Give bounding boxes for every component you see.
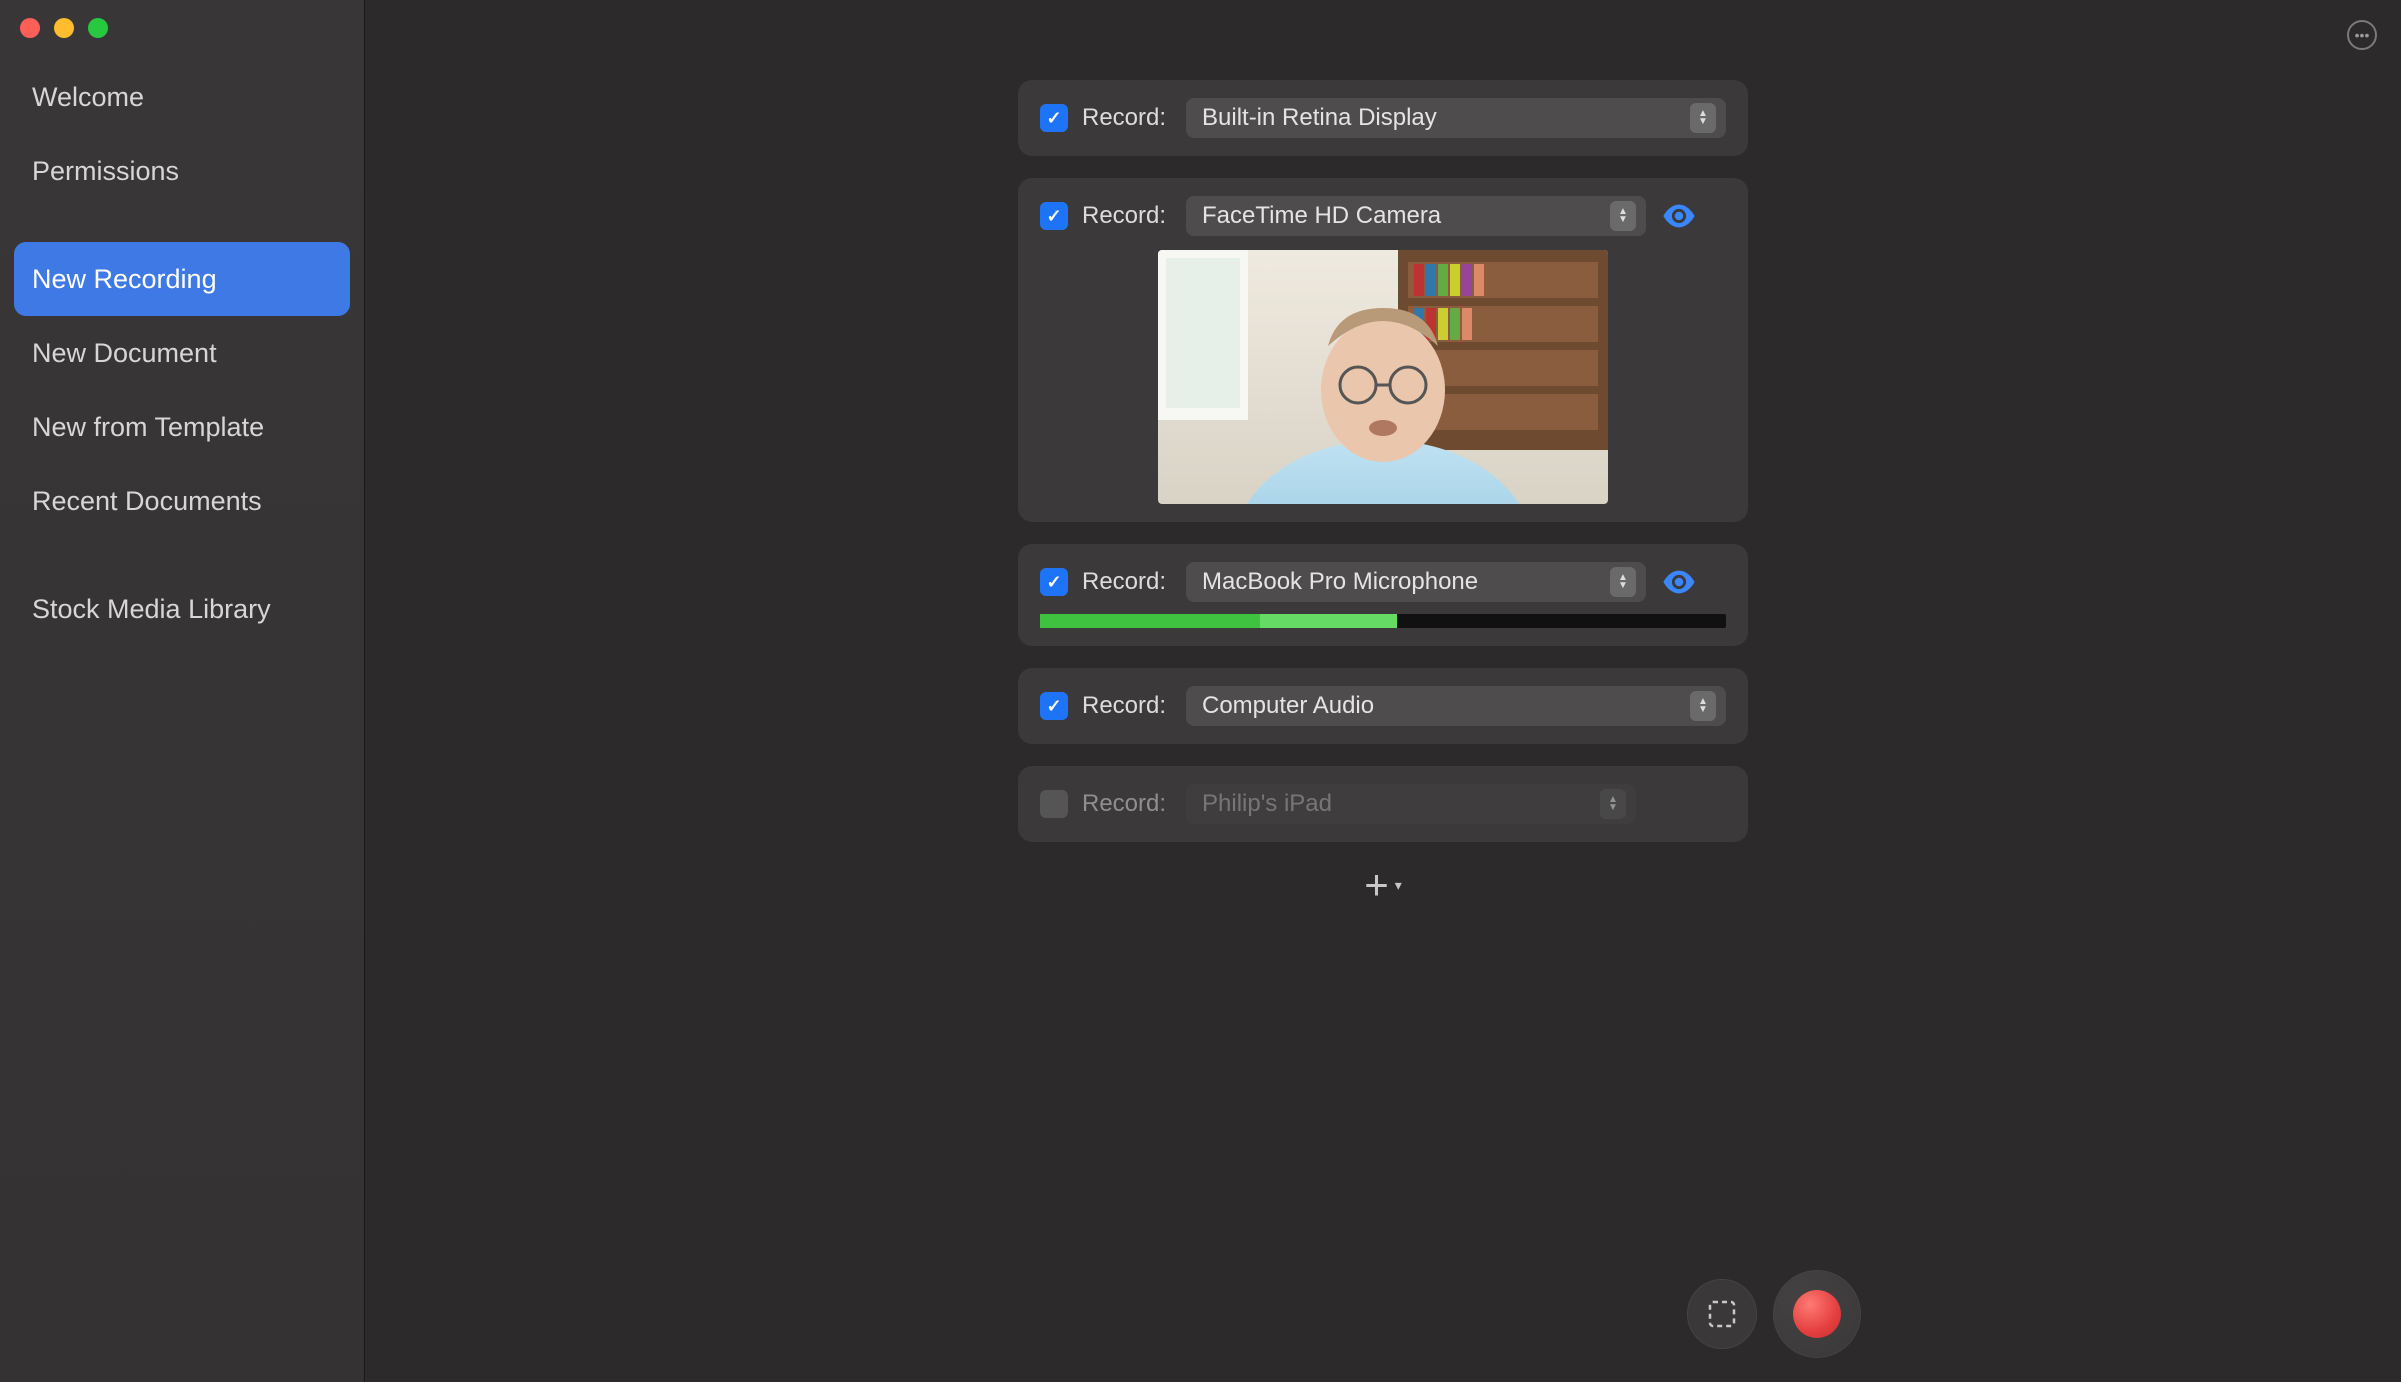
camera-preview-image [1158, 250, 1608, 504]
eye-icon [1662, 570, 1696, 594]
record-icon [1793, 1290, 1841, 1338]
sidebar-item-new-from-template[interactable]: New from Template [14, 390, 350, 464]
zoom-window-button[interactable] [88, 18, 108, 38]
record-checkbox-ipad[interactable] [1040, 790, 1068, 818]
minimize-window-button[interactable] [54, 18, 74, 38]
sidebar-item-label: Recent Documents [32, 486, 262, 517]
source-select-screen[interactable]: Built-in Retina Display ▲▼ [1186, 98, 1726, 138]
add-source-button[interactable]: + ▾ [1018, 864, 1748, 906]
more-options-button[interactable]: ••• [2347, 20, 2377, 50]
sidebar-item-new-recording[interactable]: New Recording [14, 242, 350, 316]
selection-crop-icon [1704, 1296, 1740, 1332]
sidebar-item-permissions[interactable]: Permissions [14, 134, 350, 208]
record-label: Record: [1082, 790, 1172, 818]
preview-toggle-camera[interactable] [1660, 197, 1698, 235]
record-label: Record: [1082, 202, 1172, 230]
updown-icon: ▲▼ [1690, 691, 1716, 721]
sidebar-item-recent-documents[interactable]: Recent Documents [14, 464, 350, 538]
updown-icon: ▲▼ [1610, 567, 1636, 597]
ellipsis-icon: ••• [2355, 27, 2370, 43]
chevron-down-icon: ▾ [1395, 877, 1402, 894]
source-select-value: Computer Audio [1202, 692, 1374, 720]
sidebar-item-label: New Document [32, 338, 217, 369]
sidebar-item-new-document[interactable]: New Document [14, 316, 350, 390]
source-select-value: Philip's iPad [1202, 790, 1332, 818]
record-label: Record: [1082, 568, 1172, 596]
record-checkbox-computer-audio[interactable]: ✓ [1040, 692, 1068, 720]
main-panel: ••• ✓ Record: Built-in Retina Display ▲▼… [365, 0, 2401, 1382]
window-controls [14, 8, 350, 60]
mic-level-meter [1040, 614, 1726, 628]
sidebar-item-label: Stock Media Library [32, 594, 271, 625]
source-select-ipad[interactable]: Philip's iPad ▲▼ [1186, 784, 1636, 824]
plus-icon: + [1364, 864, 1389, 906]
source-select-value: MacBook Pro Microphone [1202, 568, 1478, 596]
preview-toggle-microphone[interactable] [1660, 563, 1698, 601]
source-select-value: FaceTime HD Camera [1202, 202, 1441, 230]
record-checkbox-camera[interactable]: ✓ [1040, 202, 1068, 230]
start-recording-button[interactable] [1773, 1270, 1861, 1358]
source-card-microphone: ✓ Record: MacBook Pro Microphone ▲▼ [1018, 544, 1748, 646]
updown-icon: ▲▼ [1600, 789, 1626, 819]
sidebar: Welcome Permissions New Recording New Do… [0, 0, 365, 1382]
record-label: Record: [1082, 692, 1172, 720]
record-checkbox-microphone[interactable]: ✓ [1040, 568, 1068, 596]
source-card-camera: ✓ Record: FaceTime HD Camera ▲▼ [1018, 178, 1748, 522]
crop-area-button[interactable] [1687, 1279, 1757, 1349]
source-select-camera[interactable]: FaceTime HD Camera ▲▼ [1186, 196, 1646, 236]
record-checkbox-screen[interactable]: ✓ [1040, 104, 1068, 132]
record-label: Record: [1082, 104, 1172, 132]
source-select-computer-audio[interactable]: Computer Audio ▲▼ [1186, 686, 1726, 726]
source-card-ipad: Record: Philip's iPad ▲▼ [1018, 766, 1748, 842]
recording-controls [1687, 1270, 1861, 1358]
source-select-microphone[interactable]: MacBook Pro Microphone ▲▼ [1186, 562, 1646, 602]
sidebar-item-welcome[interactable]: Welcome [14, 60, 350, 134]
source-select-value: Built-in Retina Display [1202, 104, 1437, 132]
sidebar-item-label: New from Template [32, 412, 264, 443]
source-card-computer-audio: ✓ Record: Computer Audio ▲▼ [1018, 668, 1748, 744]
source-card-screen: ✓ Record: Built-in Retina Display ▲▼ [1018, 80, 1748, 156]
close-window-button[interactable] [20, 18, 40, 38]
sidebar-item-label: New Recording [32, 264, 217, 295]
eye-icon [1662, 204, 1696, 228]
sidebar-item-label: Welcome [32, 82, 144, 113]
sidebar-item-label: Permissions [32, 156, 179, 187]
sidebar-item-stock-media-library[interactable]: Stock Media Library [14, 572, 350, 646]
updown-icon: ▲▼ [1690, 103, 1716, 133]
updown-icon: ▲▼ [1610, 201, 1636, 231]
recording-sources: ✓ Record: Built-in Retina Display ▲▼ ✓ R… [1018, 80, 1748, 906]
